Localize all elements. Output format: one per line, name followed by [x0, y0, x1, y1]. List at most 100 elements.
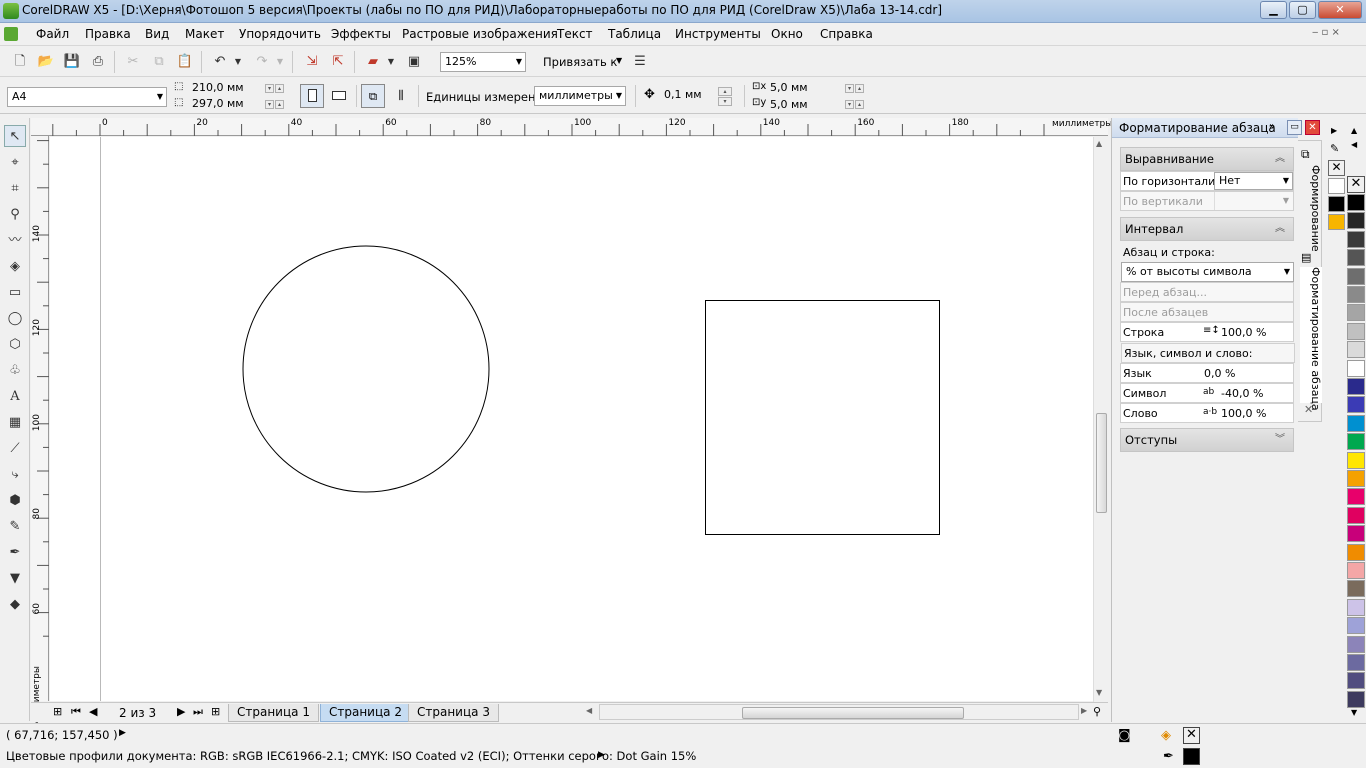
color-swatch[interactable]	[1347, 212, 1365, 230]
prev-page-icon[interactable]: ◀	[89, 705, 97, 718]
docker-close-icon[interactable]: ✕	[1305, 120, 1320, 135]
shape-tool-icon[interactable]: ⌖	[4, 152, 26, 174]
copy-icon[interactable]: ⧉	[149, 52, 169, 72]
page-tab[interactable]: Страница 1	[228, 704, 319, 722]
basic-shapes-icon[interactable]: ♧	[4, 360, 26, 382]
dup-x-down-icon[interactable]: ▾	[845, 84, 854, 93]
snap-to-button[interactable]: Привязать к	[543, 55, 617, 69]
height-spin-up-icon[interactable]: ▴	[275, 100, 284, 109]
palette-scroll-icon[interactable]: ▶	[1331, 126, 1337, 135]
outline-color-swatch[interactable]	[1183, 748, 1200, 765]
open-icon[interactable]: 📂	[36, 52, 56, 72]
color-swatch[interactable]	[1347, 635, 1365, 653]
document-icon[interactable]	[4, 27, 18, 41]
connector-tool-icon[interactable]: ⤷	[4, 464, 26, 486]
eyedropper-tool-icon[interactable]: ✎	[4, 516, 26, 538]
spacing-section-header[interactable]: Интервал ︽	[1120, 217, 1294, 241]
rectangle-shape[interactable]	[705, 300, 940, 535]
collapse-docker-icon[interactable]: »	[1269, 121, 1275, 132]
scroll-thumb[interactable]	[1096, 413, 1107, 513]
menu-table[interactable]: Таблица	[608, 27, 661, 41]
menu-help[interactable]: Справка	[820, 27, 873, 41]
horizontal-align-combo[interactable]: Нет ▼	[1214, 172, 1293, 190]
color-swatch[interactable]	[1347, 488, 1365, 506]
eyedropper-icon[interactable]: ✎	[1330, 142, 1339, 155]
horizontal-ruler[interactable]: 0 20 40 60 80 100 120 140 160 180 миллиметры	[31, 118, 1112, 136]
color-swatch[interactable]	[1347, 562, 1365, 579]
scroll-down-icon[interactable]: ▼	[1096, 688, 1102, 697]
palette-scroll-down-icon[interactable]: ▼	[1351, 708, 1357, 717]
hscroll-thumb[interactable]	[742, 707, 964, 719]
dup-y-up-icon[interactable]: ▴	[855, 100, 864, 109]
color-swatch[interactable]	[1328, 214, 1345, 230]
snap-dropdown-icon[interactable]: ▼	[616, 56, 622, 65]
interactive-fill-icon[interactable]: ◆	[4, 594, 26, 616]
color-swatch[interactable]	[1347, 194, 1365, 211]
color-swatch[interactable]	[1347, 359, 1365, 377]
print-icon[interactable]: ⎙	[88, 52, 108, 72]
maximize-button[interactable]: ▢	[1289, 1, 1316, 19]
palette-scroll-up-icon[interactable]: ▲	[1351, 126, 1357, 135]
minimize-button[interactable]: ▁	[1260, 1, 1287, 19]
ellipse-shape[interactable]	[242, 245, 490, 493]
units-combo[interactable]: миллиметры ▼	[534, 86, 626, 106]
menu-view[interactable]: Вид	[145, 27, 169, 41]
options-icon[interactable]: ☰	[630, 52, 650, 72]
color-swatch[interactable]	[1347, 451, 1365, 469]
color-swatch[interactable]	[1347, 580, 1365, 598]
export-icon[interactable]: ⇱	[328, 52, 348, 72]
zoom-tool-icon[interactable]: ⚲	[4, 204, 26, 226]
page-tab-active[interactable]: Страница 2	[320, 704, 411, 722]
color-swatch[interactable]	[1347, 506, 1365, 524]
zoom-level-combo[interactable]: 125% ▼	[440, 52, 526, 72]
after-paragraph-row[interactable]: После абзацев	[1120, 302, 1294, 322]
color-swatch[interactable]	[1347, 304, 1365, 322]
coords-arrow-icon[interactable]: ▶	[119, 728, 126, 738]
close-button[interactable]: ✕	[1318, 1, 1362, 19]
menu-bitmaps[interactable]: Растровые изображения	[402, 27, 558, 41]
nudge-field[interactable]: 0,1 мм	[660, 86, 714, 106]
mdi-window-controls[interactable]: ‒ ▫ ×	[1312, 27, 1340, 38]
color-swatch[interactable]	[1347, 525, 1365, 543]
fill-tool-icon[interactable]: ▼	[4, 568, 26, 590]
no-color-swatch-icon[interactable]: ✕	[1328, 160, 1345, 176]
welcome-screen-icon[interactable]: ▣	[404, 52, 424, 72]
color-swatch[interactable]	[1347, 672, 1365, 690]
color-swatch[interactable]	[1347, 543, 1365, 561]
rectangle-tool-icon[interactable]: ▭	[4, 282, 26, 304]
height-spin-icon[interactable]: ▾	[265, 100, 274, 109]
tab-shaping[interactable]: Формирование	[1300, 165, 1322, 252]
color-profiles-text[interactable]: Цветовые профили документа: RGB: sRGB IE…	[6, 749, 696, 763]
color-swatch[interactable]	[1347, 267, 1365, 285]
smart-fill-icon[interactable]: ◈	[4, 256, 26, 278]
color-swatch[interactable]	[1347, 230, 1365, 248]
color-swatch[interactable]	[1347, 322, 1365, 340]
nudge-up-icon[interactable]: ▴	[718, 87, 732, 96]
extrude-tool-icon[interactable]: ⬢	[4, 490, 26, 512]
menu-tools[interactable]: Инструменты	[675, 27, 761, 41]
line-spacing-row[interactable]: Строка ≡↕ 100,0 %	[1120, 322, 1294, 342]
color-swatch[interactable]	[1328, 196, 1345, 212]
word-spacing-row[interactable]: Слово a·b 100,0 %	[1120, 403, 1294, 423]
snap-status-icon[interactable]: ◙	[1118, 728, 1131, 743]
no-fill-swatch-icon[interactable]: ✕	[1347, 176, 1365, 193]
dimension-tool-icon[interactable]: ⟋	[4, 438, 26, 460]
last-page-icon[interactable]: ⏭	[193, 705, 203, 719]
table-tool-icon[interactable]: ▦	[4, 412, 26, 434]
color-swatch[interactable]	[1347, 341, 1365, 359]
zoom-navigator-icon[interactable]: ⚲	[1093, 705, 1101, 718]
page-tab[interactable]: Страница 3	[408, 704, 499, 722]
color-swatch[interactable]	[1347, 396, 1365, 414]
portrait-button[interactable]	[300, 84, 324, 108]
color-swatch[interactable]	[1347, 654, 1365, 671]
menu-edit[interactable]: Правка	[85, 27, 131, 41]
duplicate-x-value[interactable]: 5,0 мм	[770, 81, 808, 94]
outline-tool-icon[interactable]: ✒	[4, 542, 26, 564]
dup-x-up-icon[interactable]: ▴	[855, 84, 864, 93]
polygon-tool-icon[interactable]: ⬡	[4, 334, 26, 356]
nudge-down-icon[interactable]: ▾	[718, 97, 732, 106]
new-icon[interactable]: 🗋	[10, 52, 30, 72]
pick-tool-icon[interactable]: ↖	[4, 125, 26, 147]
character-spacing-row[interactable]: Символ ab -40,0 %	[1120, 383, 1294, 403]
horizontal-scrollbar[interactable]	[599, 704, 1079, 720]
